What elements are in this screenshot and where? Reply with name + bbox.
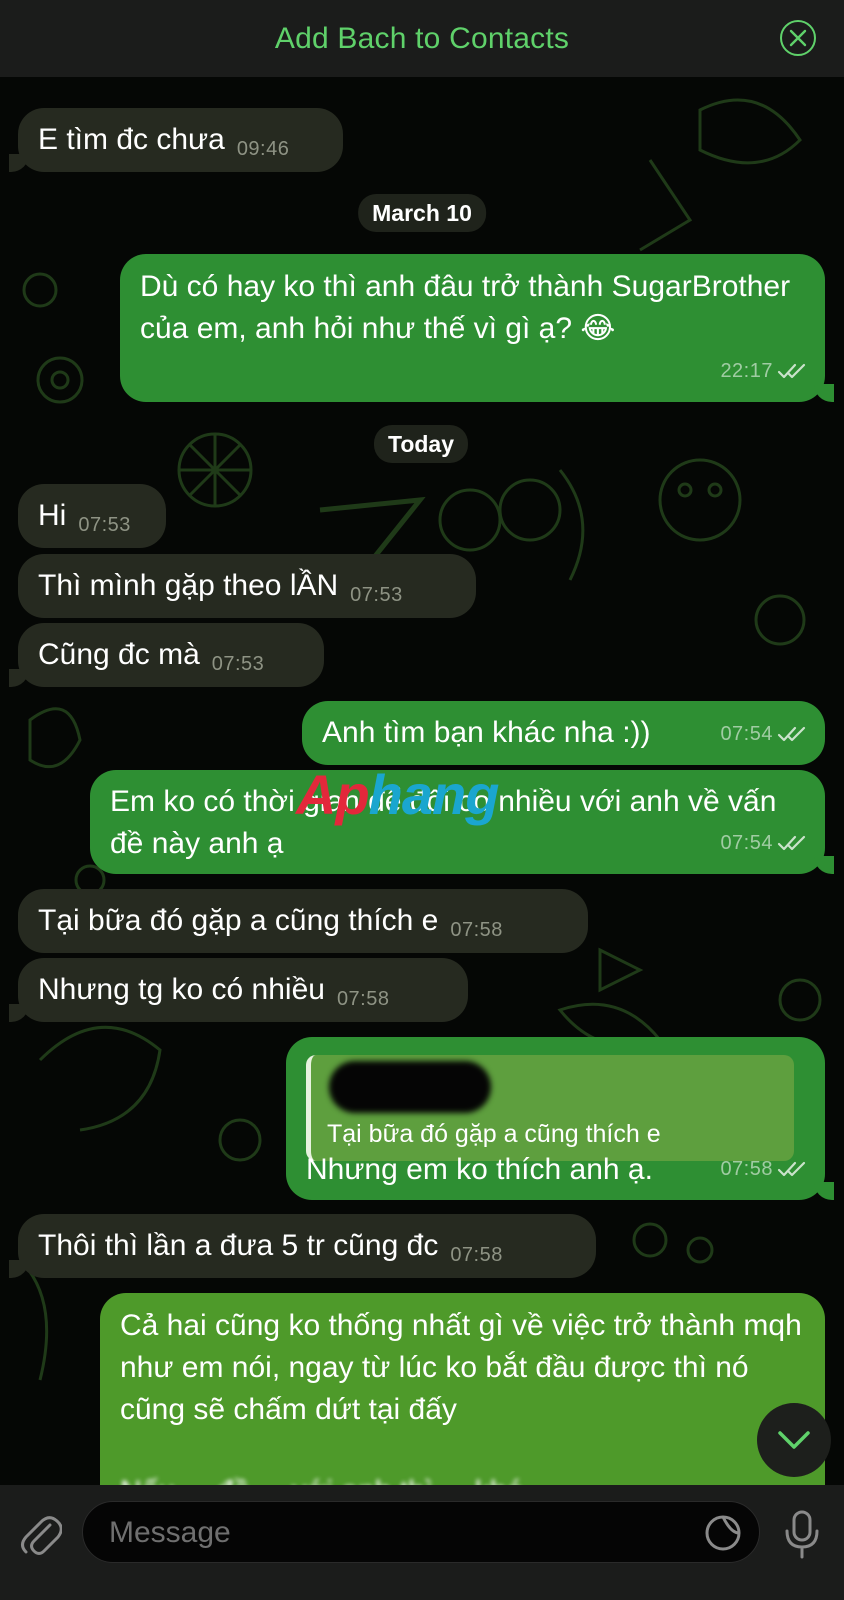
bubble-tail [9,1260,29,1278]
message-time: 22:17 [720,360,773,382]
bubble-tail [9,154,29,172]
bubble-tail [814,1182,834,1200]
message-text: Nhưng tg ko có nhiều [38,973,325,1006]
double-check-icon [777,835,806,851]
message-text: Anh tìm bạn khác nha :)) [322,716,651,749]
double-check-icon [777,363,806,379]
message-input[interactable] [107,1502,671,1564]
bubble-tail [9,669,29,687]
message-composer [0,1485,844,1600]
message-time: 09:46 [236,138,290,160]
message-time: 07:54 [720,832,773,854]
outgoing-reply-message[interactable]: Tại bữa đó gặp a cũng thích e Nhưng em k… [286,1037,834,1200]
message-time: 07:58 [450,1244,503,1266]
message-time: 07:54 [720,723,773,745]
message-text: Thôi thì lần a đưa 5 tr cũng đc [38,1229,439,1262]
reply-preview[interactable]: Tại bữa đó gặp a cũng thích e [306,1055,794,1161]
incoming-message[interactable]: Hi 07:53 [18,484,166,548]
message-time: 07:58 [336,988,390,1010]
incoming-message[interactable]: E tìm đc chưa 09:46 [9,108,343,172]
redacted-name [329,1061,491,1113]
bubble-tail [814,856,834,874]
scroll-to-bottom-button[interactable] [757,1403,831,1477]
bubble-tail [814,384,834,402]
message-text: Hi [38,499,67,532]
date-separator: Today [373,425,469,463]
double-check-icon [777,726,806,742]
message-meta: 22:17 [720,350,807,392]
date-separator: March 10 [358,194,486,232]
outgoing-message[interactable]: Em ko có thời gian để đôi co nhiều với a… [90,770,834,874]
contact-banner: Add Bach to Contacts [0,0,844,77]
message-text: Em ko có thời gian để đôi co nhiều với a… [110,785,777,860]
add-contact-link[interactable]: Add Bach to Contacts [275,22,569,56]
outgoing-message[interactable]: Dù có hay ko thì anh đâu trở thành Sugar… [120,254,834,402]
message-time: 07:58 [720,1158,773,1180]
incoming-message[interactable]: Thì mình gặp theo lẦN 07:53 [18,554,476,618]
message-time: 07:58 [450,919,503,941]
message-time: 07:53 [350,584,403,606]
message-text: Thì mình gặp theo lẦN [38,569,339,602]
incoming-message[interactable]: Nhưng tg ko có nhiều 07:58 [9,958,468,1022]
message-text: E tìm đc chưa [38,123,225,156]
message-text: Cũng đc mà [38,638,200,671]
chevron-down-icon [778,1431,810,1449]
message-time: 07:53 [211,653,265,675]
message-meta: 07:54 [720,713,807,755]
outgoing-message[interactable]: Anh tìm bạn khác nha :)) 07:54 [302,701,825,765]
message-text: Nhưng em ko thích anh ạ. [306,1153,653,1186]
close-icon[interactable] [780,20,816,56]
message-text: Tại bữa đó gặp a cũng thích e [38,904,439,937]
incoming-message[interactable]: Tại bữa đó gặp a cũng thích e 07:58 [18,889,588,953]
sticker-icon[interactable] [703,1513,743,1558]
bubble-tail [9,1004,29,1022]
double-check-icon [777,1161,806,1177]
paperclip-icon[interactable] [20,1513,63,1564]
message-meta: 07:54 [720,822,807,864]
incoming-message[interactable]: Cũng đc mà 07:53 [9,623,324,687]
microphone-icon[interactable] [782,1509,822,1566]
message-time: 07:53 [78,514,131,536]
message-text: Dù có hay ko thì anh đâu trở thành Sugar… [140,270,791,345]
message-text: Cả hai cũng ko thống nhất gì về việc trở… [120,1309,802,1426]
message-input-container[interactable] [82,1501,760,1564]
message-meta: 07:58 [720,1148,807,1190]
incoming-message[interactable]: Thôi thì lần a đưa 5 tr cũng đc 07:58 [9,1214,596,1278]
